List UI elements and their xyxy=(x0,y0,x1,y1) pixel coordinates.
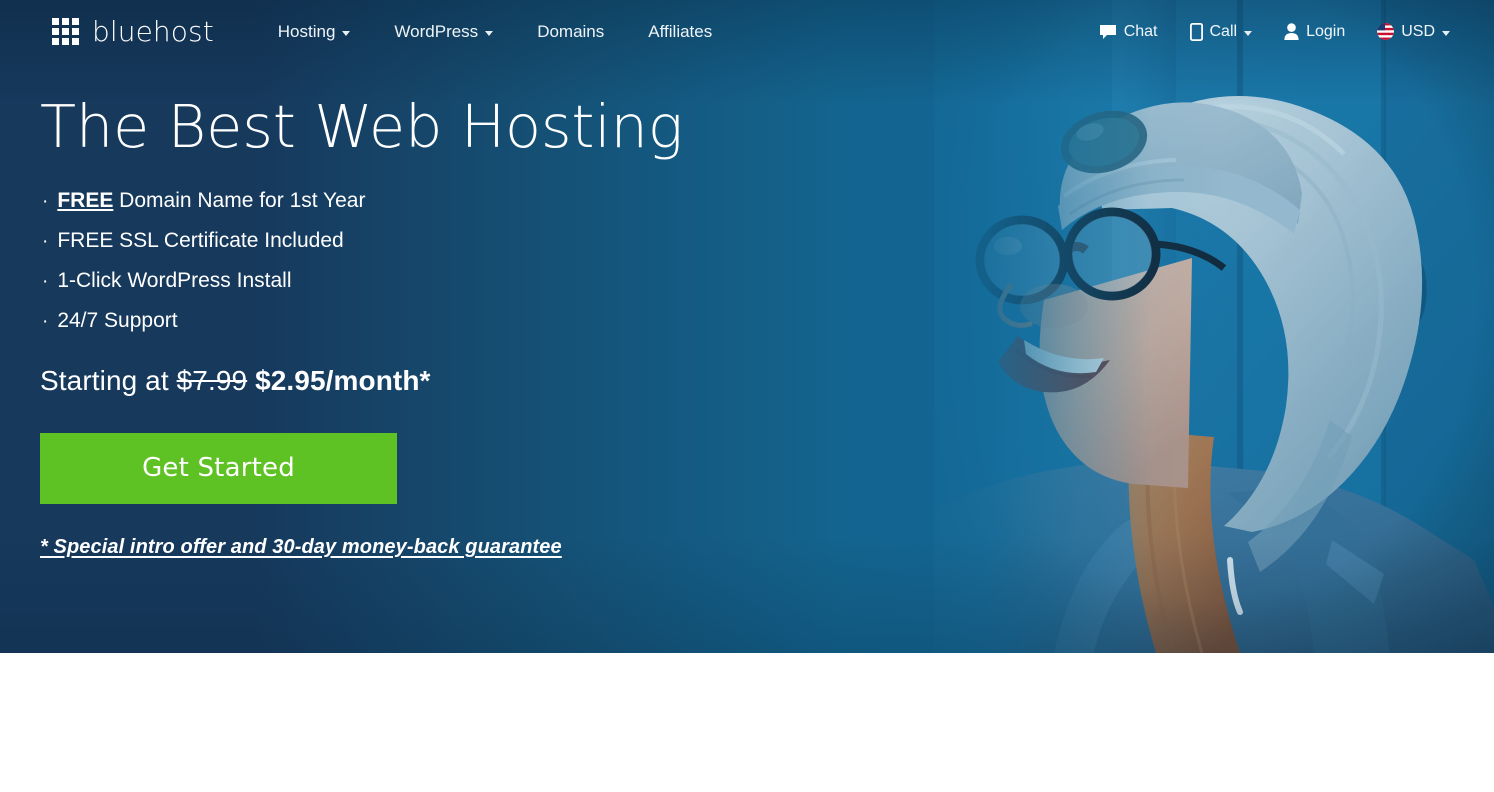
price-original: $7.99 xyxy=(176,364,248,396)
nav-item-hosting[interactable]: Hosting xyxy=(256,14,373,50)
bullet-icon: · xyxy=(42,311,49,333)
price-current: $2.95/month* xyxy=(247,364,431,396)
hero-feature-list: · FREE Domain Name for 1st Year · FREE S… xyxy=(42,181,740,341)
feature-rest: Domain Name for 1st Year xyxy=(113,189,366,213)
bullet-icon: · xyxy=(42,191,49,213)
bluehost-logo[interactable]: bluehost xyxy=(52,14,214,48)
us-flag-icon xyxy=(1377,23,1395,40)
nav-item-affiliates[interactable]: Affiliates xyxy=(626,14,734,50)
primary-nav-links: Hosting WordPress Domains Affiliates xyxy=(256,14,734,50)
bullet-icon: · xyxy=(42,231,49,253)
feature-text: FREE SSL Certificate Included xyxy=(57,229,344,253)
chat-link[interactable]: Chat xyxy=(1083,15,1174,49)
page-title: The Best Web Hosting xyxy=(40,92,683,161)
pricing-line: Starting at $7.99 $2.95/month* xyxy=(40,365,740,397)
user-person-icon xyxy=(1284,23,1299,40)
brand-wordmark: bluehost xyxy=(92,14,214,48)
login-label: Login xyxy=(1306,22,1346,40)
mobile-phone-icon xyxy=(1189,22,1203,41)
list-item: · FREE SSL Certificate Included xyxy=(42,221,740,261)
list-item: · 1-Click WordPress Install xyxy=(42,261,740,301)
login-link[interactable]: Login xyxy=(1268,15,1361,49)
currency-selector[interactable]: USD xyxy=(1361,15,1466,49)
grid-3x3-icon xyxy=(52,18,79,45)
nav-item-domains[interactable]: Domains xyxy=(515,14,626,50)
list-item: · FREE Domain Name for 1st Year xyxy=(42,181,740,221)
call-link[interactable]: Call xyxy=(1174,15,1269,49)
hero-photo xyxy=(934,0,1494,653)
main-navigation-bar: bluehost Hosting WordPress Domains Affil… xyxy=(0,0,1494,63)
hero-banner: bluehost Hosting WordPress Domains Affil… xyxy=(0,0,1494,653)
chevron-down-icon xyxy=(342,31,351,36)
chat-label: Chat xyxy=(1123,22,1158,40)
feature-text: 24/7 Support xyxy=(57,309,178,333)
list-item: · 24/7 Support xyxy=(42,301,740,341)
chevron-down-icon xyxy=(1442,31,1450,36)
feature-emphasis: FREE xyxy=(57,189,114,213)
page-body-white-area xyxy=(0,653,1494,792)
price-prefix: Starting at xyxy=(40,364,177,396)
call-label: Call xyxy=(1209,22,1238,40)
nav-item-domains-label: Domains xyxy=(537,21,605,41)
feature-text: 1-Click WordPress Install xyxy=(57,269,292,293)
offer-disclaimer-link[interactable]: * Special intro offer and 30-day money-b… xyxy=(40,536,562,559)
bullet-icon: · xyxy=(42,271,49,293)
get-started-button[interactable]: Get Started xyxy=(40,432,397,504)
nav-item-wordpress-label: WordPress xyxy=(394,21,479,41)
currency-label: USD xyxy=(1401,22,1435,40)
chat-bubble-icon xyxy=(1099,24,1117,40)
chevron-down-icon xyxy=(1244,31,1253,36)
nav-item-affiliates-label: Affiliates xyxy=(648,21,713,41)
nav-item-wordpress[interactable]: WordPress xyxy=(372,14,515,50)
chevron-down-icon xyxy=(485,31,494,36)
hero-content: The Best Web Hosting · FREE Domain Name … xyxy=(40,95,740,559)
feature-text: FREE Domain Name for 1st Year xyxy=(57,190,365,211)
nav-item-hosting-label: Hosting xyxy=(277,21,336,41)
utility-nav-links: Chat Call Login USD xyxy=(1083,15,1466,49)
